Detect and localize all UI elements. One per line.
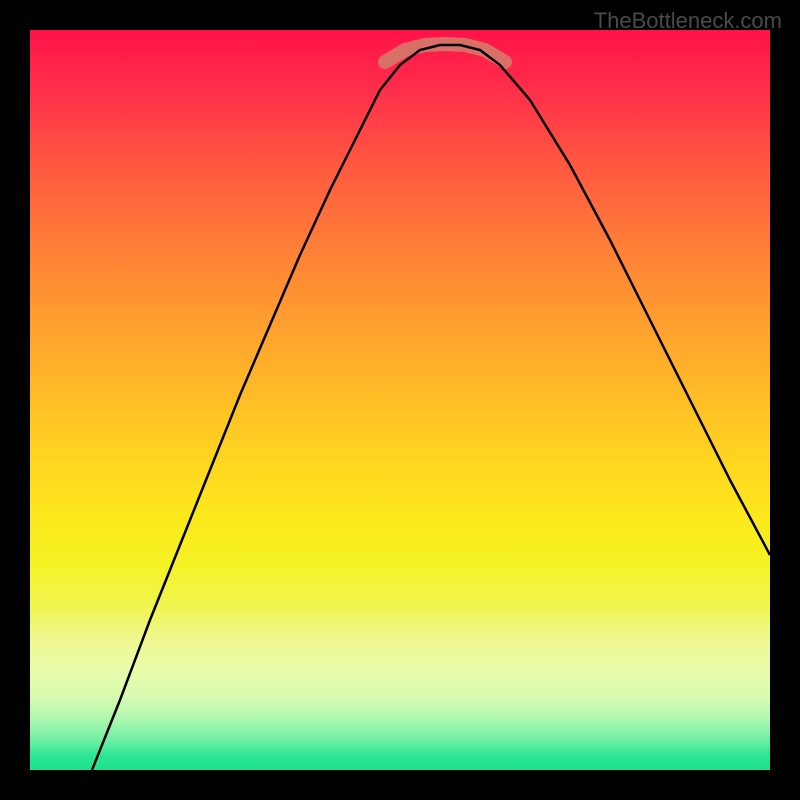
bottleneck-curve xyxy=(92,45,770,770)
watermark-text: TheBottleneck.com xyxy=(594,8,782,34)
chart-svg xyxy=(30,30,770,770)
optimal-zone-highlight xyxy=(385,44,505,62)
plot-area xyxy=(30,30,770,770)
